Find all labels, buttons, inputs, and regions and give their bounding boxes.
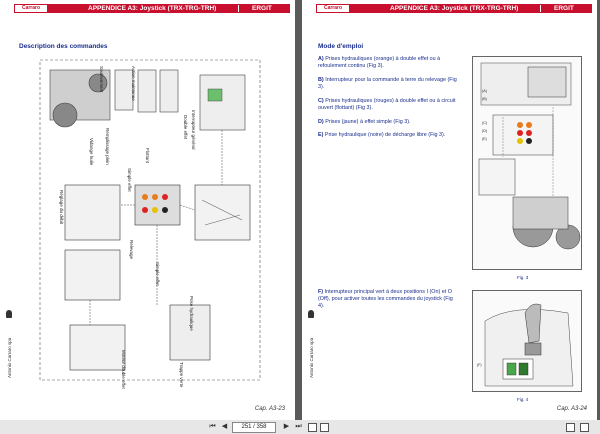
instruction-f: F) Interrupteur principal vert à deux po… [318, 289, 453, 309]
header-divider [238, 5, 239, 12]
last-page-button[interactable]: ⏭ [294, 422, 303, 432]
side-brand: Antonio Carraro spa [4, 310, 14, 390]
side-brand-text: Antonio Carraro spa [309, 337, 314, 378]
label-trappe-verte: Trappe verte [179, 362, 184, 388]
side-brand: Antonio Carraro spa [306, 310, 316, 390]
label-simple-effet: Simple effet [127, 168, 132, 192]
next-page-button[interactable]: ▶ [282, 422, 291, 432]
label-flottant: Flottant [145, 148, 150, 164]
fig4-label-f: (F) [477, 363, 482, 367]
instruction-b: B) Interrupteur pour la commande à terre… [318, 77, 457, 90]
right-page: Carraro APPENDICE A3: Joystick (TRX-TRG-… [302, 0, 597, 420]
figure-4: (F) [472, 290, 582, 392]
header-title: APPENDICE A3: Joystick (TRX-TRG-TRH) [390, 5, 519, 12]
fig3-label-c: (C) [482, 121, 487, 125]
single-page-view-icon[interactable] [320, 423, 329, 432]
fig3-caption: Fig. 3 [517, 275, 529, 280]
fullscreen-icon[interactable] [580, 423, 589, 432]
left-page: Carraro APPENDICE A3: Joystick (TRX-TRG-… [0, 0, 295, 420]
label-simple-effet-2: Simple effet [155, 262, 160, 286]
hydraulic-commands-diagram [39, 59, 261, 381]
label-soulevement: Soulèvement [99, 66, 104, 93]
label-double-effet: Double effet [183, 115, 188, 140]
header-divider [540, 5, 541, 12]
fig3-drawing [478, 62, 581, 250]
page-reference: Cap. A3-24 [556, 406, 587, 412]
brand-mark-icon [6, 310, 12, 318]
instruction-a: A) Prises hydrauliques (orange) à double… [318, 56, 441, 69]
instruction-c: C) Prises hydrauliques (rouges) à double… [318, 98, 456, 111]
fig4-drawing [484, 303, 574, 387]
fig3-label-d: (D) [482, 129, 487, 133]
figure-3: (A) (B) (C) (D) (E) [472, 56, 582, 270]
header-code: ERGIT [554, 5, 574, 12]
header-code: ERGIT [252, 5, 272, 12]
label-interrupteur-general: Interrupteur général [191, 110, 196, 150]
section-title: Mode d'emploi [318, 43, 364, 50]
label-reglage-debit: Réglage du débit [59, 190, 64, 225]
viewer-toolbar: ⏮ ◀ 251 / 358 ▶ ⏭ [0, 420, 600, 434]
side-brand-text: Antonio Carraro spa [7, 337, 12, 378]
section-title: Description des commandes [19, 43, 108, 50]
page-reference: Cap. A3-23 [254, 406, 285, 412]
label-remplissage-plein: Remplissage plein [105, 128, 110, 165]
page-number-input[interactable]: 251 / 358 [232, 422, 276, 433]
copy-page-icon[interactable] [308, 423, 317, 432]
label-moteur-double-effet: Moteur double effet [121, 350, 126, 389]
brand-logo: Carraro [15, 5, 47, 12]
instruction-e: E) Prise hydraulique (noire) de décharge… [318, 132, 446, 138]
fig4-caption: Fig. 4 [517, 397, 529, 402]
header-title: APPENDICE A3: Joystick (TRX-TRG-TRH) [88, 5, 217, 12]
brand-logo: Carraro [317, 5, 349, 12]
label-relevage: Relevage [129, 240, 134, 260]
fig3-label-e: (E) [482, 137, 487, 141]
page-header: Carraro APPENDICE A3: Joystick (TRX-TRG-… [316, 4, 592, 13]
first-page-button[interactable]: ⏮ [208, 422, 217, 432]
label-vidange-huile: Vidange huile [89, 138, 94, 166]
label-action-maintenue: Action maintenue [131, 66, 136, 101]
prev-page-button[interactable]: ◀ [220, 422, 229, 432]
label-prise-hydraulique: Prise hydraulique [189, 296, 194, 331]
fig3-label-a: (A) [482, 89, 487, 93]
page-header: Carraro APPENDICE A3: Joystick (TRX-TRG-… [14, 4, 290, 13]
brand-mark-icon [308, 310, 314, 318]
two-page-view-icon[interactable] [566, 423, 575, 432]
fig3-label-b: (B) [482, 97, 487, 101]
instruction-d: D) Prises (jaune) à effet simple (Fig 3)… [318, 119, 411, 125]
